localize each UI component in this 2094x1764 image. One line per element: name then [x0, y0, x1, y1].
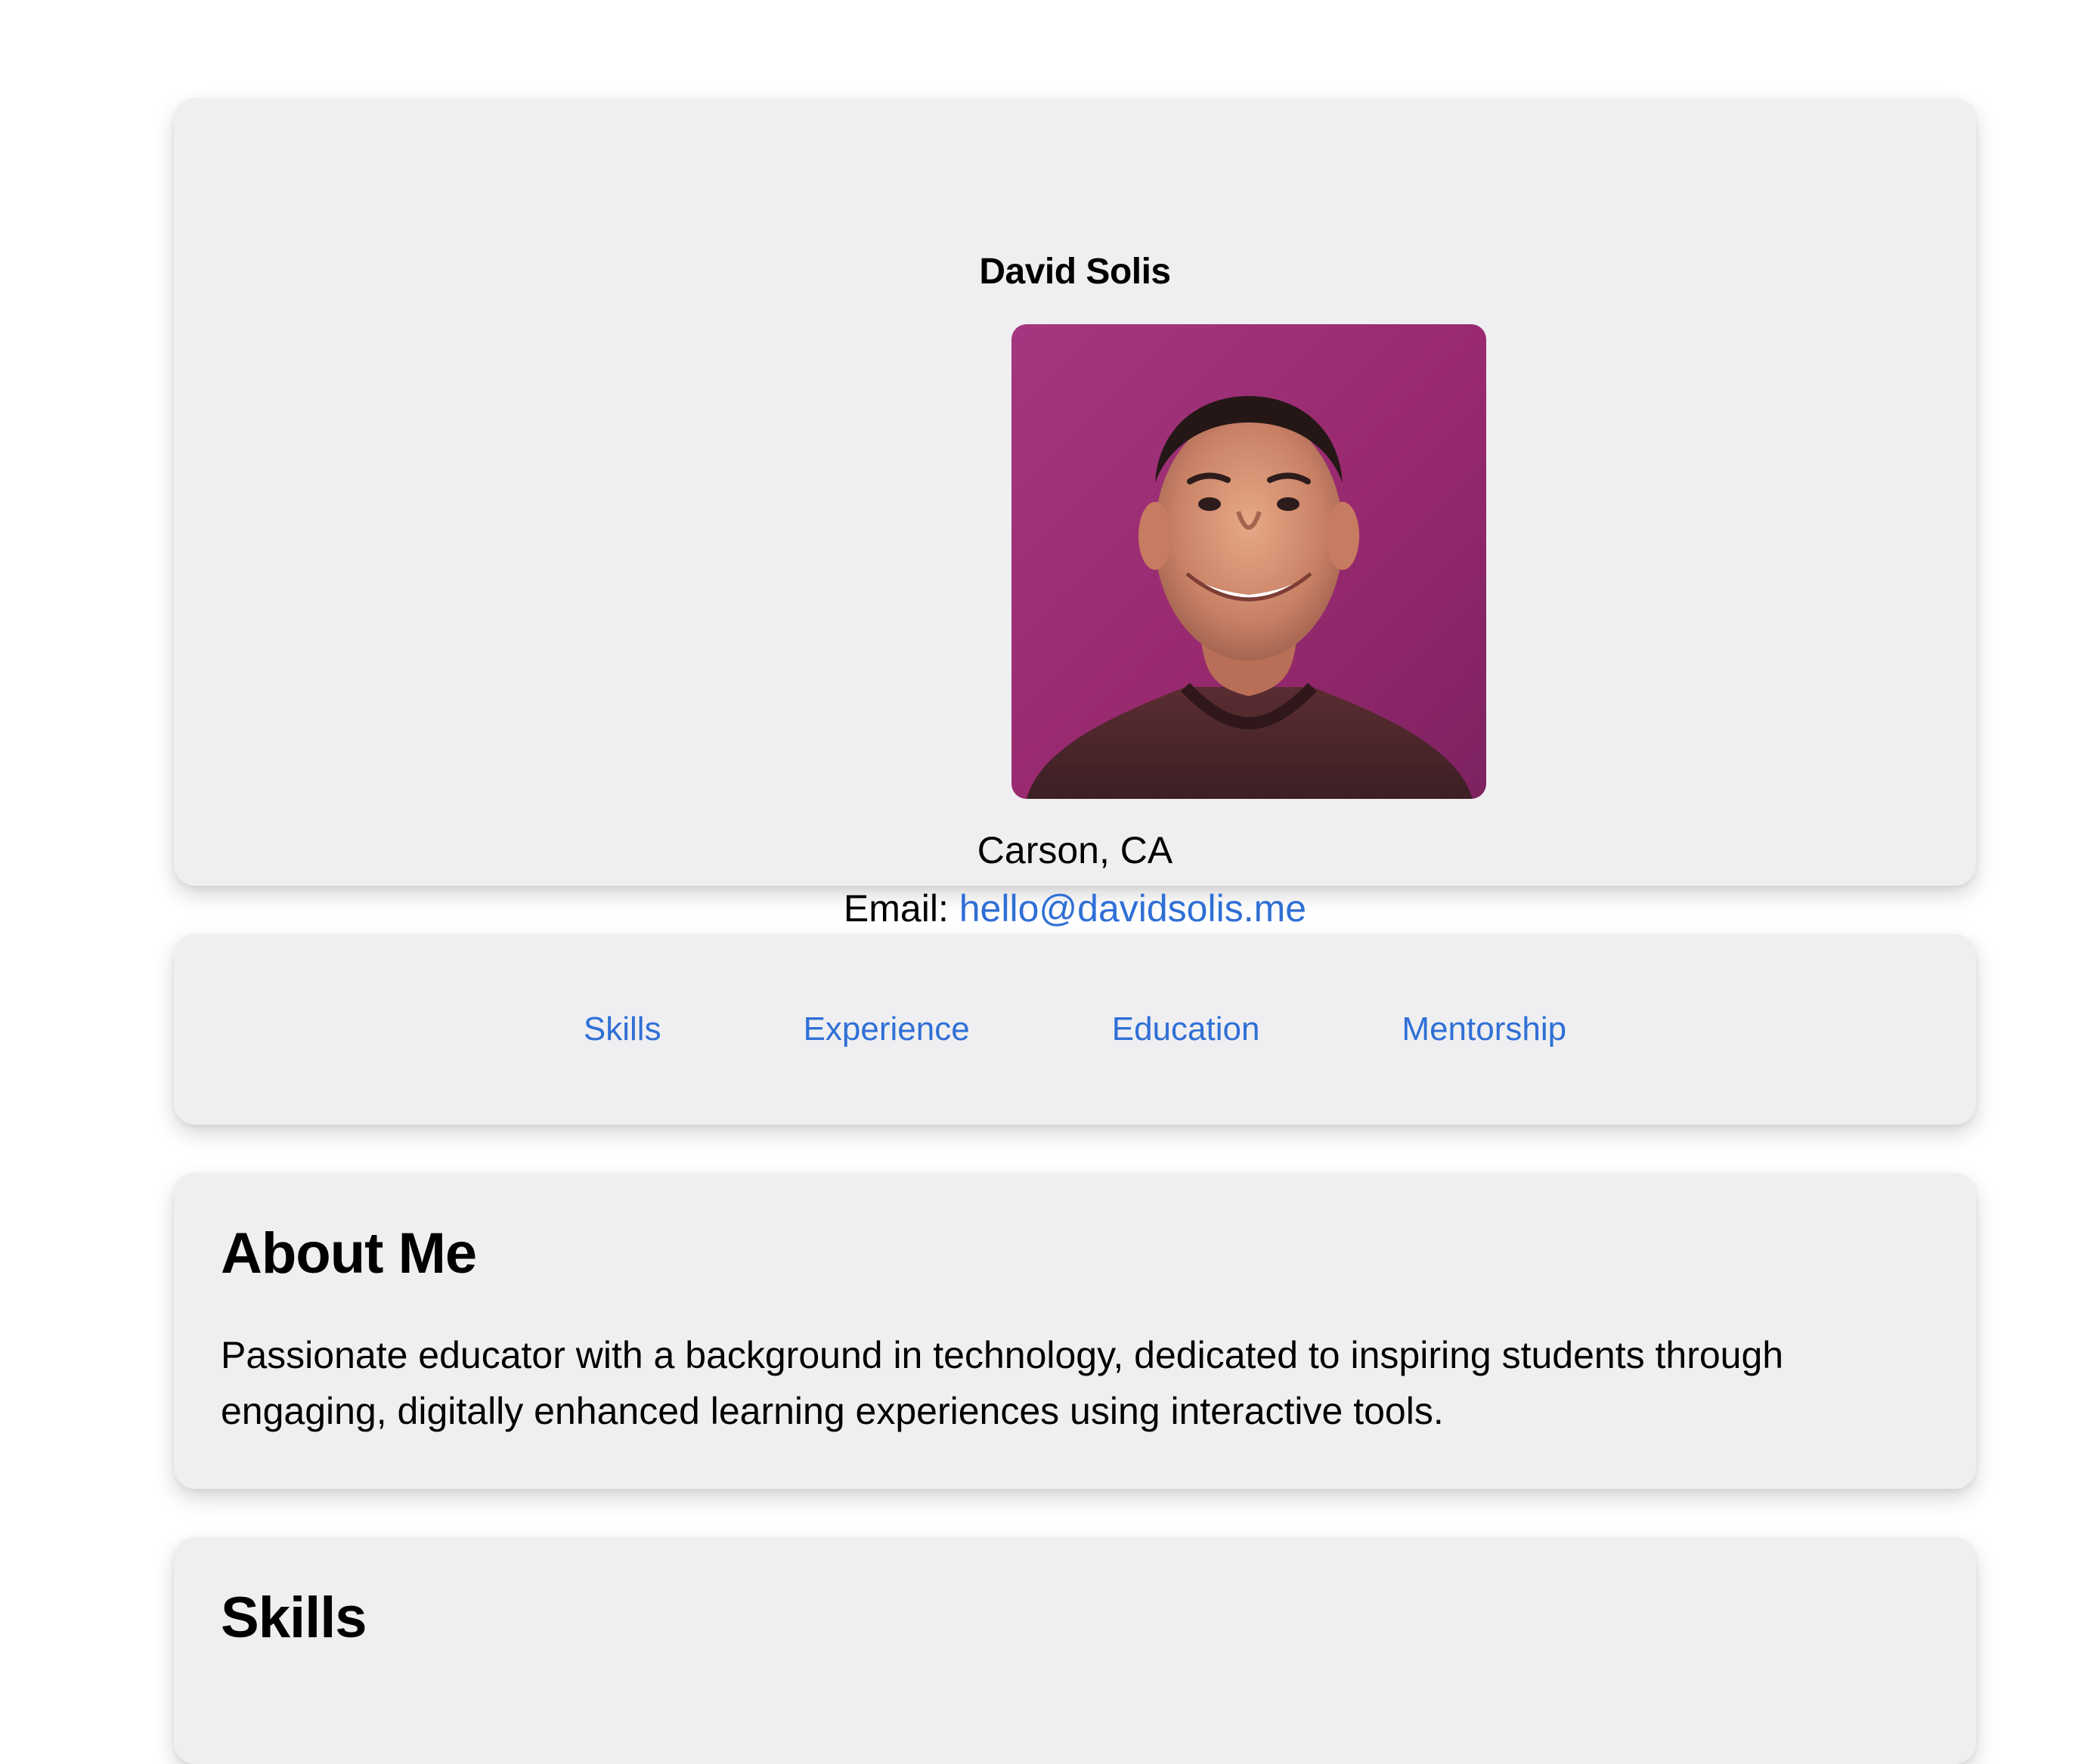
email-link[interactable]: hello@davidsolis.me [959, 887, 1306, 930]
portrait-image [1011, 324, 1486, 799]
nav-link-skills[interactable]: Skills [584, 1010, 661, 1048]
about-section: About Me Passionate educator with a back… [174, 1173, 1976, 1489]
section-navigation: Skills Experience Education Mentorship [174, 934, 1976, 1125]
profile-name: David Solis [979, 252, 1171, 292]
nav-item-skills: Skills [584, 1008, 661, 1051]
about-text: Passionate educator with a background in… [221, 1334, 1784, 1432]
nav-link-mentorship[interactable]: Mentorship [1402, 1010, 1566, 1048]
profile-card: David Solis Carson, CA Email: hello@davi… [174, 98, 1976, 930]
profile-photo [1011, 324, 1486, 799]
nav-item-experience: Experience [804, 1008, 970, 1051]
email-label: Email: [843, 887, 949, 930]
location: Carson, CA [977, 829, 1173, 871]
nav-item-education: Education [1112, 1008, 1260, 1051]
skills-section: Skills [174, 1537, 1976, 1764]
email-line: Email: hello@davidsolis.me [174, 886, 1976, 931]
nav-link-education[interactable]: Education [1112, 1010, 1260, 1048]
nav-item-mentorship: Mentorship [1402, 1008, 1566, 1051]
nav-link-experience[interactable]: Experience [804, 1010, 970, 1048]
about-title: About Me [221, 1221, 477, 1286]
nav-list: Skills Experience Education Mentorship [174, 934, 1976, 1125]
skills-title: Skills [221, 1586, 367, 1650]
